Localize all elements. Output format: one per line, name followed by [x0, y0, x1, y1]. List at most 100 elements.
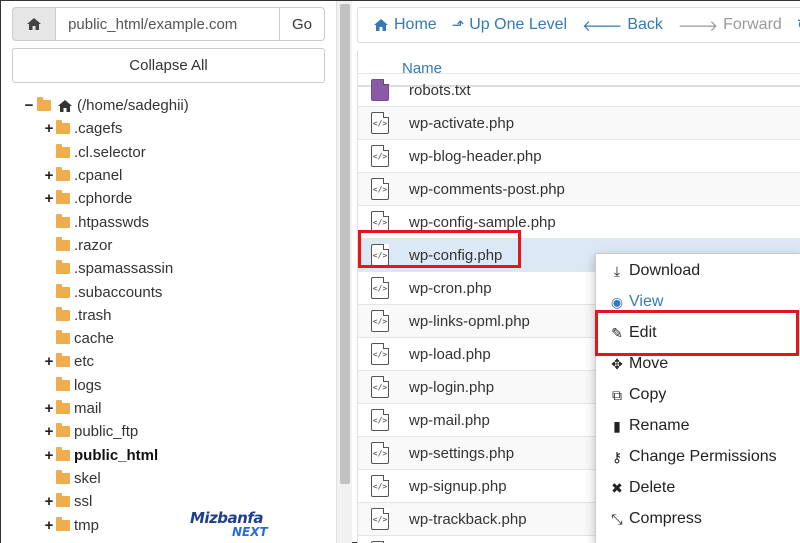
expand-icon[interactable]: +: [43, 493, 55, 510]
path-bar: Go: [12, 7, 325, 41]
tree-item[interactable]: + etc: [23, 350, 313, 373]
tree-item-label[interactable]: .cphorde: [74, 190, 132, 207]
collapse-all-button[interactable]: Collapse All: [12, 48, 325, 83]
tree-item[interactable]: .subaccounts: [23, 280, 313, 303]
expand-icon[interactable]: +: [43, 447, 55, 464]
expand-icon[interactable]: +: [43, 120, 55, 137]
folder-icon: [56, 167, 70, 182]
tree-item[interactable]: cache: [23, 327, 313, 350]
tree-item-label[interactable]: logs: [74, 377, 102, 394]
tree-item-label[interactable]: mail: [74, 400, 102, 417]
folder-icon: [56, 236, 70, 251]
file-row[interactable]: </> wp-activate.php: [358, 106, 800, 139]
context-menu-item-copy[interactable]: ⧉ Copy: [610, 386, 666, 404]
php-file-icon: </>: [371, 310, 389, 332]
file-row[interactable]: </> wp-comments-post.php: [358, 172, 800, 205]
file-name[interactable]: robots.txt: [409, 82, 471, 99]
context-menu-item-compress[interactable]: ⤡ Compress: [610, 510, 702, 528]
go-button[interactable]: Go: [280, 7, 325, 41]
expand-icon[interactable]: +: [43, 400, 55, 417]
folder-icon: [56, 516, 70, 531]
tree-item[interactable]: − (/home/sadeghii): [23, 94, 313, 117]
context-menu-item-change-permissions[interactable]: ⚷ Change Permissions: [610, 448, 777, 466]
file-name[interactable]: wp-signup.php: [409, 478, 507, 495]
up-one-level-label: Up One Level: [469, 16, 568, 33]
arrow-right-icon: 🡒: [677, 17, 719, 35]
tree-item[interactable]: .cl.selector: [23, 141, 313, 164]
tree-item[interactable]: .trash: [23, 304, 313, 327]
back-button-label: Back: [627, 16, 663, 33]
eye-icon: ◉: [610, 293, 624, 310]
context-menu-label: Copy: [629, 386, 667, 403]
scrollbar-thumb[interactable]: [340, 4, 350, 484]
file-name[interactable]: wp-trackback.php: [409, 511, 527, 528]
expand-icon[interactable]: +: [43, 517, 55, 534]
tree-item[interactable]: .razor: [23, 234, 313, 257]
left-panel-scrollbar[interactable]: [336, 1, 352, 543]
tree-item-label[interactable]: tmp: [74, 517, 99, 534]
watermark-line2: NEXT: [232, 525, 268, 539]
file-row[interactable]: </> wp-blog-header.php: [358, 139, 800, 172]
context-menu-label: View: [629, 293, 664, 310]
collapse-icon[interactable]: −: [23, 97, 35, 114]
file-name[interactable]: wp-settings.php: [409, 445, 514, 462]
file-name[interactable]: wp-load.php: [409, 346, 491, 363]
file-name[interactable]: wp-mail.php: [409, 412, 490, 429]
context-menu-item-view[interactable]: ◉ View: [610, 293, 664, 311]
context-menu-item-download[interactable]: ⤓ Download: [610, 262, 700, 280]
forward-button[interactable]: 🡒 Forward: [678, 16, 782, 35]
home-button[interactable]: Home: [373, 16, 437, 34]
tree-item[interactable]: + .cagefs: [23, 117, 313, 140]
path-input[interactable]: [56, 7, 281, 41]
file-name[interactable]: wp-activate.php: [409, 115, 514, 132]
tree-item-label[interactable]: public_ftp: [74, 423, 138, 440]
tree-item-label[interactable]: .cpanel: [74, 167, 122, 184]
navigation-toolbar: Home ⬏ Up One Level 🡐 Back 🡒 Forward ↻ R: [357, 7, 800, 43]
tree-item-label[interactable]: .trash: [74, 307, 112, 324]
tree-item[interactable]: logs: [23, 374, 313, 397]
tree-item-label[interactable]: .cl.selector: [74, 144, 146, 161]
context-menu-item-move[interactable]: ✥ Move: [610, 355, 668, 373]
tree-item[interactable]: + .cphorde: [23, 187, 313, 210]
tree-item-label[interactable]: .htpasswds: [74, 214, 149, 231]
home-path-button[interactable]: [12, 7, 57, 41]
file-name[interactable]: wp-cron.php: [409, 280, 492, 297]
expand-icon[interactable]: +: [43, 353, 55, 370]
file-name[interactable]: wp-links-opml.php: [409, 313, 530, 330]
tree-item[interactable]: .spamassassin: [23, 257, 313, 280]
open-folder-icon: [37, 97, 51, 112]
tree-item[interactable]: + .cpanel: [23, 164, 313, 187]
tree-item-label[interactable]: skel: [74, 470, 101, 487]
context-menu-item-rename[interactable]: ▮ Rename: [610, 417, 689, 435]
tree-item[interactable]: + public_ftp: [23, 420, 313, 443]
tree-item-label[interactable]: .razor: [74, 237, 112, 254]
tree-item-label[interactable]: (/home/sadeghii): [77, 97, 189, 114]
tree-item-label[interactable]: .cagefs: [74, 120, 122, 137]
arrow-left-icon: 🡐: [582, 17, 623, 35]
file-name[interactable]: wp-config-sample.php: [409, 214, 556, 231]
tree-item[interactable]: + mail: [23, 397, 313, 420]
tree-item-label[interactable]: .spamassassin: [74, 260, 173, 277]
php-file-icon: </>: [371, 343, 389, 365]
back-button[interactable]: 🡐 Back: [582, 16, 663, 35]
tree-item-label[interactable]: ssl: [74, 493, 92, 510]
expand-icon[interactable]: +: [43, 423, 55, 440]
up-one-level-button[interactable]: ⬏ Up One Level: [452, 16, 567, 34]
file-name[interactable]: wp-comments-post.php: [409, 181, 565, 198]
tree-item-label[interactable]: etc: [74, 353, 94, 370]
file-name[interactable]: wp-blog-header.php: [409, 148, 542, 165]
expand-icon[interactable]: +: [43, 167, 55, 184]
context-menu-item-delete[interactable]: ✖ Delete: [610, 479, 675, 497]
file-name[interactable]: wp-login.php: [409, 379, 494, 396]
file-row[interactable]: robots.txt: [358, 73, 800, 106]
tree-item[interactable]: skel: [23, 467, 313, 490]
expand-icon[interactable]: +: [43, 190, 55, 207]
key-icon: ⚷: [611, 448, 623, 465]
tree-item-label[interactable]: .subaccounts: [74, 284, 162, 301]
move-icon: ✥: [611, 355, 623, 372]
tree-item[interactable]: .htpasswds: [23, 211, 313, 234]
context-menu-label: Change Permissions: [629, 448, 777, 465]
tree-item-label[interactable]: cache: [74, 330, 114, 347]
tree-item-label[interactable]: public_html: [74, 447, 158, 464]
tree-item[interactable]: + public_html: [23, 444, 313, 467]
